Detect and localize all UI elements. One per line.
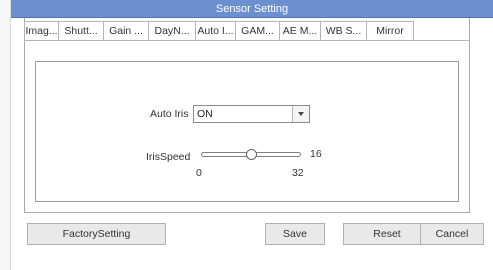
tab-bar: Imag... Shutt... Gain ... DayN... Auto I… (24, 21, 414, 41)
cancel-button[interactable]: Cancel (420, 223, 484, 245)
factory-setting-button[interactable]: FactorySetting (27, 223, 166, 245)
reset-button[interactable]: Reset (343, 223, 431, 245)
tab-wb-setting[interactable]: WB S... (320, 21, 366, 41)
iris-speed-value: 16 (310, 148, 322, 160)
auto-iris-select[interactable]: ON (193, 105, 310, 123)
auto-iris-panel (35, 61, 459, 202)
dropdown-button[interactable] (292, 106, 309, 122)
slider-max-label: 32 (292, 167, 304, 179)
iris-speed-label: IrisSpeed (146, 151, 191, 163)
slider-thumb[interactable] (246, 149, 257, 160)
title-bar: Sensor Setting (11, 0, 493, 18)
tab-shutter[interactable]: Shutt... (58, 21, 103, 41)
left-edge-strip (0, 0, 11, 270)
slider-min-label: 0 (196, 167, 202, 179)
tab-image[interactable]: Imag... (24, 21, 58, 41)
tab-gain[interactable]: Gain ... (103, 21, 148, 41)
save-button[interactable]: Save (265, 223, 325, 245)
window-title: Sensor Setting (215, 3, 289, 15)
tab-ae-mode[interactable]: AE M... (279, 21, 320, 41)
tab-gamma[interactable]: GAM... (235, 21, 279, 41)
chevron-down-icon (298, 112, 304, 116)
auto-iris-value: ON (197, 108, 213, 120)
auto-iris-label: Auto Iris (150, 108, 189, 120)
iris-speed-slider[interactable] (201, 149, 301, 160)
tab-day-night[interactable]: DayN... (148, 21, 195, 41)
tab-mirror[interactable]: Mirror (366, 21, 414, 41)
tab-bar-divider (24, 40, 470, 41)
tab-auto-iris[interactable]: Auto I... (195, 21, 235, 41)
